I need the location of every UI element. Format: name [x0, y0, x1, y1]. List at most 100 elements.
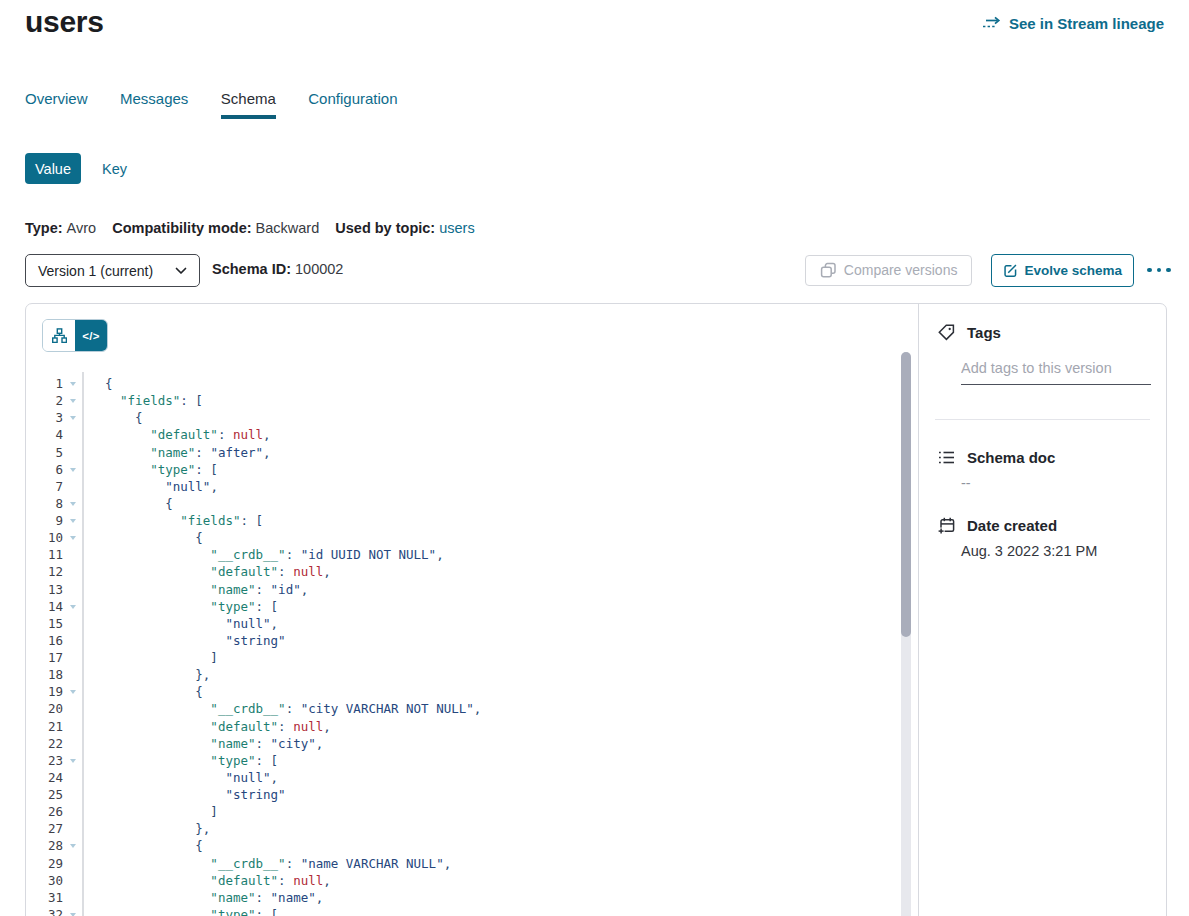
evolve-schema-label: Evolve schema	[1024, 263, 1122, 278]
code-text: },	[82, 820, 210, 837]
compat-label: Compatibility mode:	[112, 220, 251, 236]
stream-lineage-link[interactable]: See in Stream lineage	[982, 15, 1164, 32]
tree-view-button[interactable]	[43, 320, 75, 351]
code-editor[interactable]: 1{2 "fields": [3 {4 "default": null,5 "n…	[26, 375, 896, 916]
fold-toggle-icon[interactable]	[63, 598, 82, 615]
type-label: Type:	[25, 220, 63, 236]
code-text: "type": [	[82, 598, 278, 615]
code-line: 14 "type": [	[26, 598, 896, 615]
tab-schema[interactable]: Schema	[221, 90, 276, 119]
line-number: 1	[26, 375, 63, 392]
code-line: 6 "type": [	[26, 461, 896, 478]
code-text: {	[82, 529, 203, 546]
code-text: {	[82, 837, 203, 854]
line-number: 28	[26, 837, 63, 854]
version-controls-row: Version 1 (current) Schema ID: 100002 Co…	[25, 253, 1172, 287]
version-select-value: Version 1 (current)	[38, 263, 153, 279]
fold-toggle-icon[interactable]	[63, 375, 82, 392]
line-number: 3	[26, 409, 63, 426]
date-created-title: Date created	[967, 517, 1057, 534]
fold-toggle-icon[interactable]	[63, 495, 82, 512]
value-key-toggle: Value Key	[25, 153, 127, 184]
code-line: 31 "name": "name",	[26, 889, 896, 906]
line-number: 29	[26, 855, 63, 872]
line-number: 4	[26, 426, 63, 443]
tags-input[interactable]	[961, 358, 1151, 385]
version-select[interactable]: Version 1 (current)	[25, 254, 200, 287]
code-line: 28 {	[26, 837, 896, 854]
more-options-button[interactable]	[1146, 260, 1172, 280]
code-text: "name": "name",	[82, 889, 323, 906]
evolve-schema-button[interactable]: Evolve schema	[991, 254, 1134, 287]
line-number: 22	[26, 735, 63, 752]
key-tab-button[interactable]: Key	[102, 161, 127, 177]
fold-toggle-icon[interactable]	[63, 837, 82, 854]
fold-toggle-icon[interactable]	[63, 392, 82, 409]
fold-toggle-icon[interactable]	[63, 752, 82, 769]
code-line: 10 {	[26, 529, 896, 546]
code-line: 17 ]	[26, 649, 896, 666]
fold-toggle-icon[interactable]	[63, 461, 82, 478]
fold-spacer	[63, 718, 82, 735]
code-text: ]	[82, 649, 218, 666]
code-line: 24 "null",	[26, 769, 896, 786]
line-number: 30	[26, 872, 63, 889]
code-line: 12 "default": null,	[26, 563, 896, 580]
code-text: "default": null,	[82, 563, 331, 580]
line-number: 5	[26, 444, 63, 461]
tab-messages[interactable]: Messages	[120, 90, 188, 119]
fold-toggle-icon[interactable]	[63, 906, 82, 916]
tab-overview[interactable]: Overview	[25, 90, 88, 119]
code-text: "string"	[82, 632, 286, 649]
fold-toggle-icon[interactable]	[63, 512, 82, 529]
code-line: 15 "null",	[26, 615, 896, 632]
fold-spacer	[63, 872, 82, 889]
fold-spacer	[63, 769, 82, 786]
code-line: 3 {	[26, 409, 896, 426]
line-number: 20	[26, 700, 63, 717]
code-text: "null",	[82, 478, 218, 495]
fold-spacer	[63, 803, 82, 820]
code-line: 5 "name": "after",	[26, 444, 896, 461]
stream-lineage-label: See in Stream lineage	[1009, 15, 1164, 32]
value-tab-button[interactable]: Value	[25, 153, 81, 184]
fold-spacer	[63, 563, 82, 580]
code-line: 21 "default": null,	[26, 718, 896, 735]
topic-link[interactable]: users	[439, 220, 474, 236]
schema-panel: </> 1{2 "fields": [3 {4 "default": null,…	[25, 303, 1167, 916]
scrollbar-thumb[interactable]	[901, 352, 911, 637]
fold-spacer	[63, 700, 82, 717]
code-line: 9 "fields": [	[26, 512, 896, 529]
fold-toggle-icon[interactable]	[63, 529, 82, 546]
code-text: ]	[82, 803, 218, 820]
line-number: 21	[26, 718, 63, 735]
tab-configuration[interactable]: Configuration	[308, 90, 397, 119]
line-number: 15	[26, 615, 63, 632]
fold-toggle-icon[interactable]	[63, 683, 82, 700]
code-text: "__crdb__": "id UUID NOT NULL",	[82, 546, 444, 563]
fold-spacer	[63, 735, 82, 752]
fold-spacer	[63, 632, 82, 649]
fold-spacer	[63, 666, 82, 683]
code-line: 22 "name": "city",	[26, 735, 896, 752]
code-line: 11 "__crdb__": "id UUID NOT NULL",	[26, 546, 896, 563]
code-line: 13 "name": "id",	[26, 581, 896, 598]
code-line: 27 },	[26, 820, 896, 837]
code-line: 16 "string"	[26, 632, 896, 649]
compat-value: Backward	[256, 220, 320, 236]
line-number: 23	[26, 752, 63, 769]
line-number: 32	[26, 906, 63, 916]
fold-spacer	[63, 786, 82, 803]
tags-title: Tags	[967, 324, 1001, 341]
code-line: 20 "__crdb__": "city VARCHAR NOT NULL",	[26, 700, 896, 717]
compare-versions-button[interactable]: Compare versions	[805, 255, 973, 286]
line-number: 13	[26, 581, 63, 598]
fold-toggle-icon[interactable]	[63, 409, 82, 426]
fold-spacer	[63, 615, 82, 632]
code-text: "fields": [	[82, 392, 203, 409]
fold-spacer	[63, 478, 82, 495]
code-view-button[interactable]: </>	[75, 320, 107, 351]
line-number: 27	[26, 820, 63, 837]
fold-spacer	[63, 855, 82, 872]
schema-doc-value: --	[961, 475, 971, 491]
